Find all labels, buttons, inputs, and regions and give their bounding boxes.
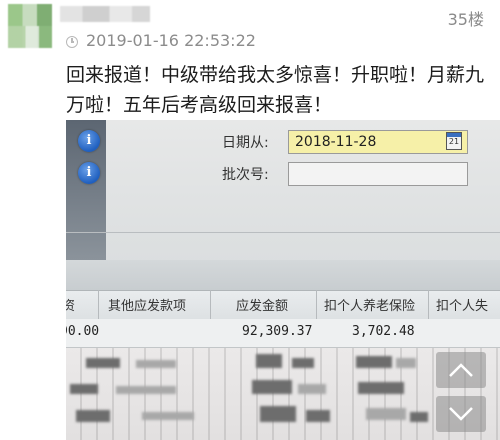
scroll-up-button[interactable]: [436, 352, 486, 388]
column-header[interactable]: 扣个人养老保险: [324, 295, 415, 314]
clock-icon: [66, 36, 78, 48]
info-icon[interactable]: i: [78, 162, 100, 184]
post-photo[interactable]: i i 日期从: 2018-11-28 21 批次号: 资 其他应发款项 应发金…: [66, 120, 500, 440]
pixelated-redaction: [66, 348, 500, 440]
table-cell: 92,309.37: [242, 324, 313, 339]
table-row[interactable]: 90.00 92,309.37 3,702.48: [66, 319, 500, 348]
date-from-label: 日期从:: [222, 135, 269, 151]
username-blurred: [60, 6, 150, 22]
avatar[interactable]: [8, 4, 52, 48]
calendar-icon[interactable]: 21: [446, 132, 462, 150]
divider: [66, 232, 500, 233]
chevron-down-icon: [449, 407, 473, 421]
batch-number-field[interactable]: [288, 162, 468, 186]
date-from-field[interactable]: 2018-11-28: [288, 130, 468, 154]
table-cell: 3,702.48: [352, 324, 415, 339]
post-timestamp: 2019-01-16 22:53:22: [86, 31, 256, 50]
post-text: 回来报道！中级带给我太多惊喜！升职啦！月薪九万啦！五年后考高级回来报喜！: [66, 64, 485, 116]
column-header[interactable]: 其他应发款项: [108, 295, 186, 314]
pane-strip: [66, 260, 500, 290]
batch-number-label: 批次号:: [222, 167, 269, 183]
chevron-up-icon: [449, 363, 473, 377]
scroll-down-button[interactable]: [436, 396, 486, 432]
table-cell: 90.00: [66, 324, 100, 339]
column-header[interactable]: 应发金额: [236, 295, 288, 314]
table-header: 资 其他应发款项 应发金额 扣个人养老保险 扣个人失: [66, 290, 500, 320]
floor-number: 35楼: [447, 10, 484, 29]
info-icon[interactable]: i: [78, 130, 100, 152]
column-header[interactable]: 资: [66, 295, 75, 314]
column-header[interactable]: 扣个人失: [436, 295, 488, 314]
